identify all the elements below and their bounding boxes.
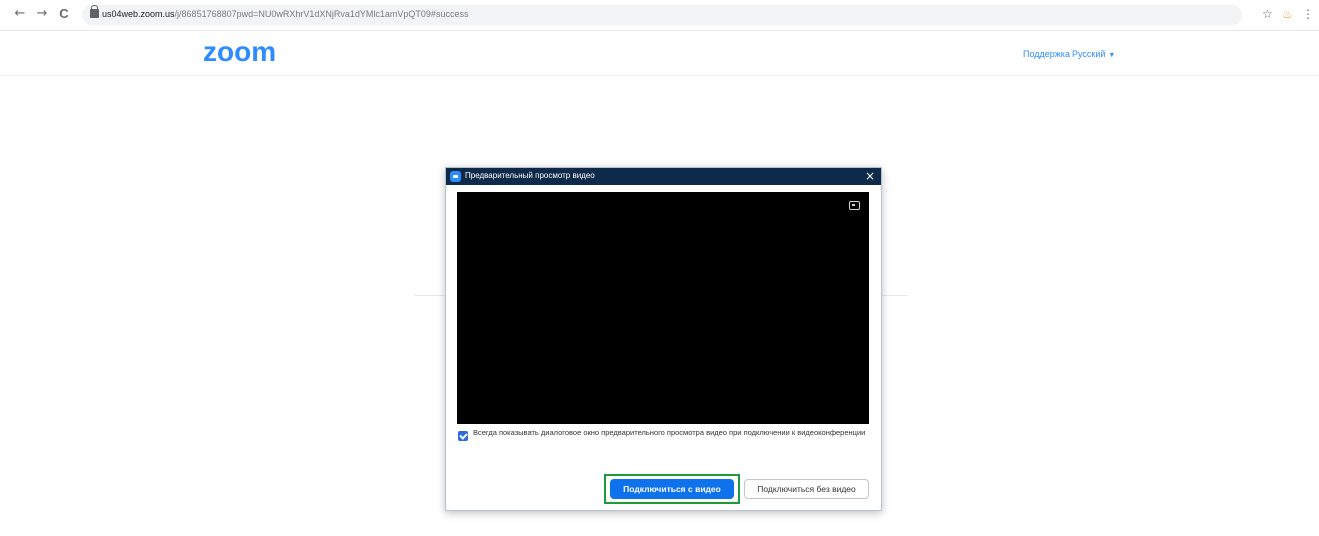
language-label: Русский [1072, 49, 1106, 59]
back-icon[interactable]: ← [12, 6, 28, 22]
join-with-video-button[interactable]: Подключиться с видео [610, 479, 734, 499]
always-show-preview-label: Всегда показывать диалоговое окно предва… [473, 428, 866, 437]
url-text: us04web.zoom.us/j/86851768807pwd=NU0wRXh… [102, 9, 468, 19]
url-path: /j/86851768807pwd=NU0wRXhrV1dXNjRva1dYMl… [174, 9, 469, 19]
close-icon[interactable]: × [865, 169, 875, 183]
star-icon[interactable]: ☆ [1262, 6, 1273, 22]
video-preview-dialog: Предварительный просмотр видео × Всегда … [445, 167, 882, 511]
lock-icon [90, 5, 99, 18]
video-preview [457, 192, 869, 424]
dialog-titlebar[interactable]: Предварительный просмотр видео × [446, 168, 881, 185]
page-header: zoom Поддержка Русский ▼ [0, 31, 1319, 76]
join-without-video-button[interactable]: Подключиться без видео [744, 479, 869, 499]
menu-icon[interactable]: ⋮ [1302, 6, 1314, 22]
url-host: us04web.zoom.us [102, 9, 175, 19]
dialog-title: Предварительный просмотр видео [465, 171, 595, 180]
camera-settings-icon[interactable] [849, 201, 860, 210]
zoom-app-icon [450, 171, 461, 182]
always-show-preview-checkbox[interactable] [458, 431, 468, 441]
forward-icon[interactable]: → [34, 6, 50, 22]
language-selector[interactable]: Русский ▼ [1072, 49, 1115, 59]
reload-icon[interactable]: C [56, 6, 72, 22]
browser-toolbar: ← → C us04web.zoom.us/j/86851768807pwd=N… [0, 0, 1319, 31]
extension-icon[interactable]: ♨ [1282, 6, 1293, 22]
zoom-logo[interactable]: zoom [203, 36, 276, 68]
address-bar[interactable]: us04web.zoom.us/j/86851768807pwd=NU0wRXh… [82, 5, 1242, 25]
support-link[interactable]: Поддержка [1023, 49, 1070, 59]
chevron-down-icon: ▼ [1108, 52, 1116, 59]
